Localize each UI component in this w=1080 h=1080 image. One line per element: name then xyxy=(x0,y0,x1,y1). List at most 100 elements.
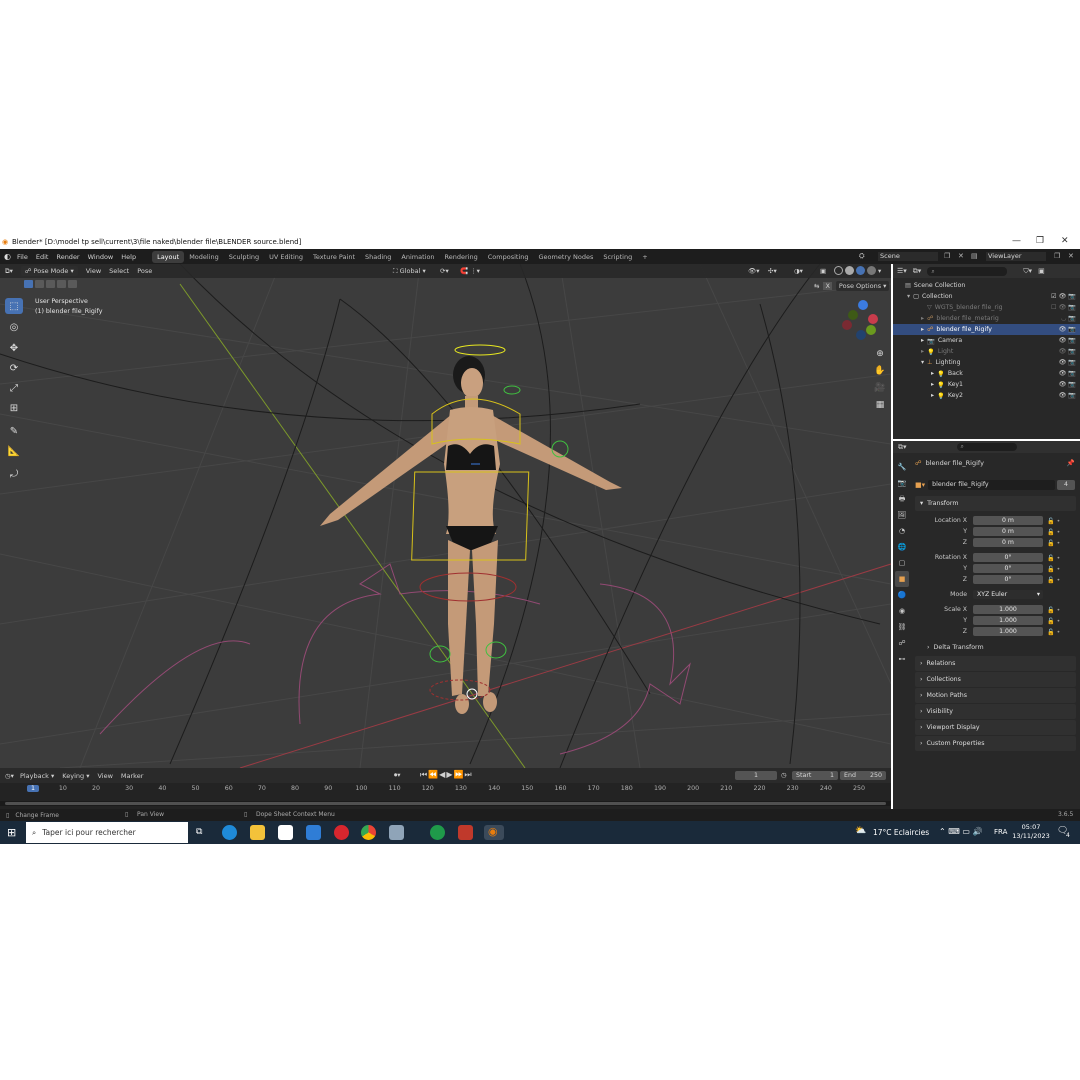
lock-icon[interactable]: 🔓 • xyxy=(1047,539,1060,547)
render-tab-icon[interactable]: 📷 xyxy=(895,475,909,491)
row-toggles[interactable]: ◡ 📷 xyxy=(1061,314,1076,322)
outliner-row-wgts[interactable]: ▽ WGTS_blender file_rig ☐ 👁 📷 xyxy=(893,302,1080,313)
gizmo-toggle-icon[interactable]: ✣▾ xyxy=(768,267,777,275)
gizmo-y-icon[interactable] xyxy=(866,325,876,335)
menu-timeline-view[interactable]: View xyxy=(97,772,112,780)
rotation-x-field[interactable]: 0° xyxy=(973,553,1043,562)
pan-hand-icon[interactable]: ✋ xyxy=(873,363,887,380)
material-shading-icon[interactable] xyxy=(856,266,865,275)
view-layer-selector[interactable]: ViewLayer xyxy=(986,252,1046,261)
roll-tool-icon[interactable]: ⤾ xyxy=(5,466,23,482)
gizmo-z-icon[interactable] xyxy=(858,300,868,310)
new-collection-icon[interactable]: ▣ xyxy=(1038,267,1045,275)
ms-store-icon[interactable] xyxy=(278,825,293,840)
collapse-arrow-icon[interactable]: ▾ xyxy=(921,359,924,366)
menu-render[interactable]: Render xyxy=(56,253,79,261)
object-name-field[interactable]: blender file_Rigify xyxy=(928,479,1055,490)
cursor-tool-icon[interactable]: ◎ xyxy=(5,319,23,335)
menu-keying[interactable]: Keying ▾ xyxy=(62,772,89,780)
properties-type-icon[interactable]: ⧉▾ xyxy=(898,443,907,452)
scrollbar-thumb[interactable] xyxy=(5,802,886,805)
mode-selector[interactable]: ☍ Pose Mode ▾ xyxy=(20,266,78,276)
maximize-button[interactable]: ❐ xyxy=(1036,236,1044,246)
frame-ruler[interactable]: 1 10 20 30 40 50 60 70 80 90 100 110 120 130 140 150 160… xyxy=(0,784,891,796)
editor-type-icon[interactable]: ⧉▾ xyxy=(5,267,13,276)
menu-file[interactable]: File xyxy=(17,253,28,261)
tab-sculpting[interactable]: Sculpting xyxy=(224,251,264,263)
outliner-row-scene-collection[interactable]: ▤ Scene Collection xyxy=(893,280,1080,291)
taskbar-search[interactable]: ⌕ Taper ici pour rechercher xyxy=(26,822,188,843)
transform-tool-icon[interactable]: ⊞ xyxy=(5,400,23,416)
row-toggles[interactable]: 👁 📷 xyxy=(1058,325,1076,333)
relations-panel-header[interactable]: › Relations xyxy=(915,656,1076,671)
overlay-toggle-icon[interactable]: ◑▾ xyxy=(794,267,803,275)
task-view-icon[interactable]: ⧉ xyxy=(196,827,202,837)
custom-properties-panel-header[interactable]: › Custom Properties xyxy=(915,736,1076,751)
chrome-icon[interactable] xyxy=(361,825,376,840)
windows-start-icon[interactable]: ⊞ xyxy=(7,826,16,839)
lock-icon[interactable]: 🔓 • xyxy=(1047,554,1060,562)
xray-icon[interactable]: ▣ xyxy=(820,267,826,275)
expand-arrow-icon[interactable]: ▸ xyxy=(931,381,934,388)
object-datablock-icon[interactable]: ■▾ xyxy=(915,481,925,489)
scene-selector[interactable]: Scene xyxy=(878,252,938,261)
gizmo-neg-z-icon[interactable] xyxy=(856,330,866,340)
location-z-field[interactable]: 0 m xyxy=(973,538,1043,547)
delta-transform-row[interactable]: › Delta Transform xyxy=(893,640,1080,654)
select-invert-icon[interactable] xyxy=(57,280,66,288)
app-icon[interactable] xyxy=(389,825,404,840)
blender-taskbar-icon[interactable]: ◉ xyxy=(484,825,504,840)
minimize-button[interactable]: — xyxy=(1012,236,1021,246)
language-indicator[interactable]: FRA xyxy=(994,828,1007,836)
row-toggles[interactable]: 👁 📷 xyxy=(1058,347,1076,355)
wireframe-shading-icon[interactable] xyxy=(834,266,843,275)
auto-key-icon[interactable]: ⏺▾ xyxy=(394,771,401,780)
lock-icon[interactable]: 🔓 • xyxy=(1047,576,1060,584)
edge-browser-icon[interactable] xyxy=(222,825,237,840)
location-y-field[interactable]: 0 m xyxy=(973,527,1043,536)
outliner-row-key2[interactable]: ▸ 💡 Key2 👁 📷 xyxy=(893,390,1080,401)
lock-icon[interactable]: 🔓 • xyxy=(1047,628,1060,636)
tab-layout[interactable]: Layout xyxy=(152,250,185,263)
outliner-row-collection[interactable]: ▾ ▢ Collection ☑ 👁 📷 xyxy=(893,291,1080,302)
outliner-row-metarig[interactable]: ▸ ☍ blender file_metarig ◡ 📷 xyxy=(893,313,1080,324)
opera-icon[interactable] xyxy=(334,825,349,840)
collapse-arrow-icon[interactable]: ▾ xyxy=(907,293,910,300)
expand-arrow-icon[interactable]: ▸ xyxy=(921,326,924,333)
rotation-mode-dropdown[interactable]: XYZ Euler ▾ xyxy=(973,590,1043,599)
lock-icon[interactable]: 🔓 • xyxy=(1047,528,1060,536)
outliner-row-camera[interactable]: ▸ 📷 Camera 👁 📷 xyxy=(893,335,1080,346)
menu-select[interactable]: Select xyxy=(109,267,129,275)
menu-view[interactable]: View xyxy=(86,267,101,275)
tab-uv-editing[interactable]: UV Editing xyxy=(264,251,308,263)
scale-z-field[interactable]: 1.000 xyxy=(973,627,1043,636)
shading-dropdown-icon[interactable]: ▾ xyxy=(878,267,881,275)
rotation-z-field[interactable]: 0° xyxy=(973,575,1043,584)
start-frame-field[interactable]: Start 1 xyxy=(792,771,838,780)
gizmo-neg-x-icon[interactable] xyxy=(842,320,852,330)
measure-tool-icon[interactable]: 📐 xyxy=(5,443,23,459)
outliner-search-input[interactable]: ⌕ xyxy=(927,266,1008,276)
tool-tab-icon[interactable]: 🔧 xyxy=(895,459,909,475)
menu-window[interactable]: Window xyxy=(88,253,114,261)
menu-edit[interactable]: Edit xyxy=(36,253,49,261)
menu-pose[interactable]: Pose xyxy=(137,267,152,275)
row-toggles[interactable]: 👁 📷 xyxy=(1058,369,1076,377)
end-frame-field[interactable]: End 250 xyxy=(840,771,886,780)
3d-viewport[interactable]: User Perspective (1) blender file_Rigify… xyxy=(0,264,891,768)
display-mode-icon[interactable]: ⧉▾ xyxy=(913,267,922,276)
row-toggles[interactable]: ☑ 👁 📷 xyxy=(1051,292,1076,300)
mirror-icon[interactable]: ⇆ xyxy=(814,282,819,290)
tab-modeling[interactable]: Modeling xyxy=(184,251,224,263)
properties-search-input[interactable]: ⌕ xyxy=(956,443,1017,451)
tab-shading[interactable]: Shading xyxy=(360,251,396,263)
select-subtract-icon[interactable] xyxy=(46,280,55,288)
new-scene-icon[interactable]: ❐ xyxy=(944,252,950,260)
current-frame-marker[interactable]: 1 xyxy=(27,785,39,792)
users-count[interactable]: 4 xyxy=(1057,479,1075,490)
tab-scripting[interactable]: Scripting xyxy=(598,251,637,263)
move-tool-icon[interactable]: ✥ xyxy=(5,340,23,356)
weather-text[interactable]: 17°C Eclaircies xyxy=(873,828,929,837)
select-new-icon[interactable] xyxy=(24,280,33,288)
outliner-type-icon[interactable]: ☰▾ xyxy=(897,267,907,275)
